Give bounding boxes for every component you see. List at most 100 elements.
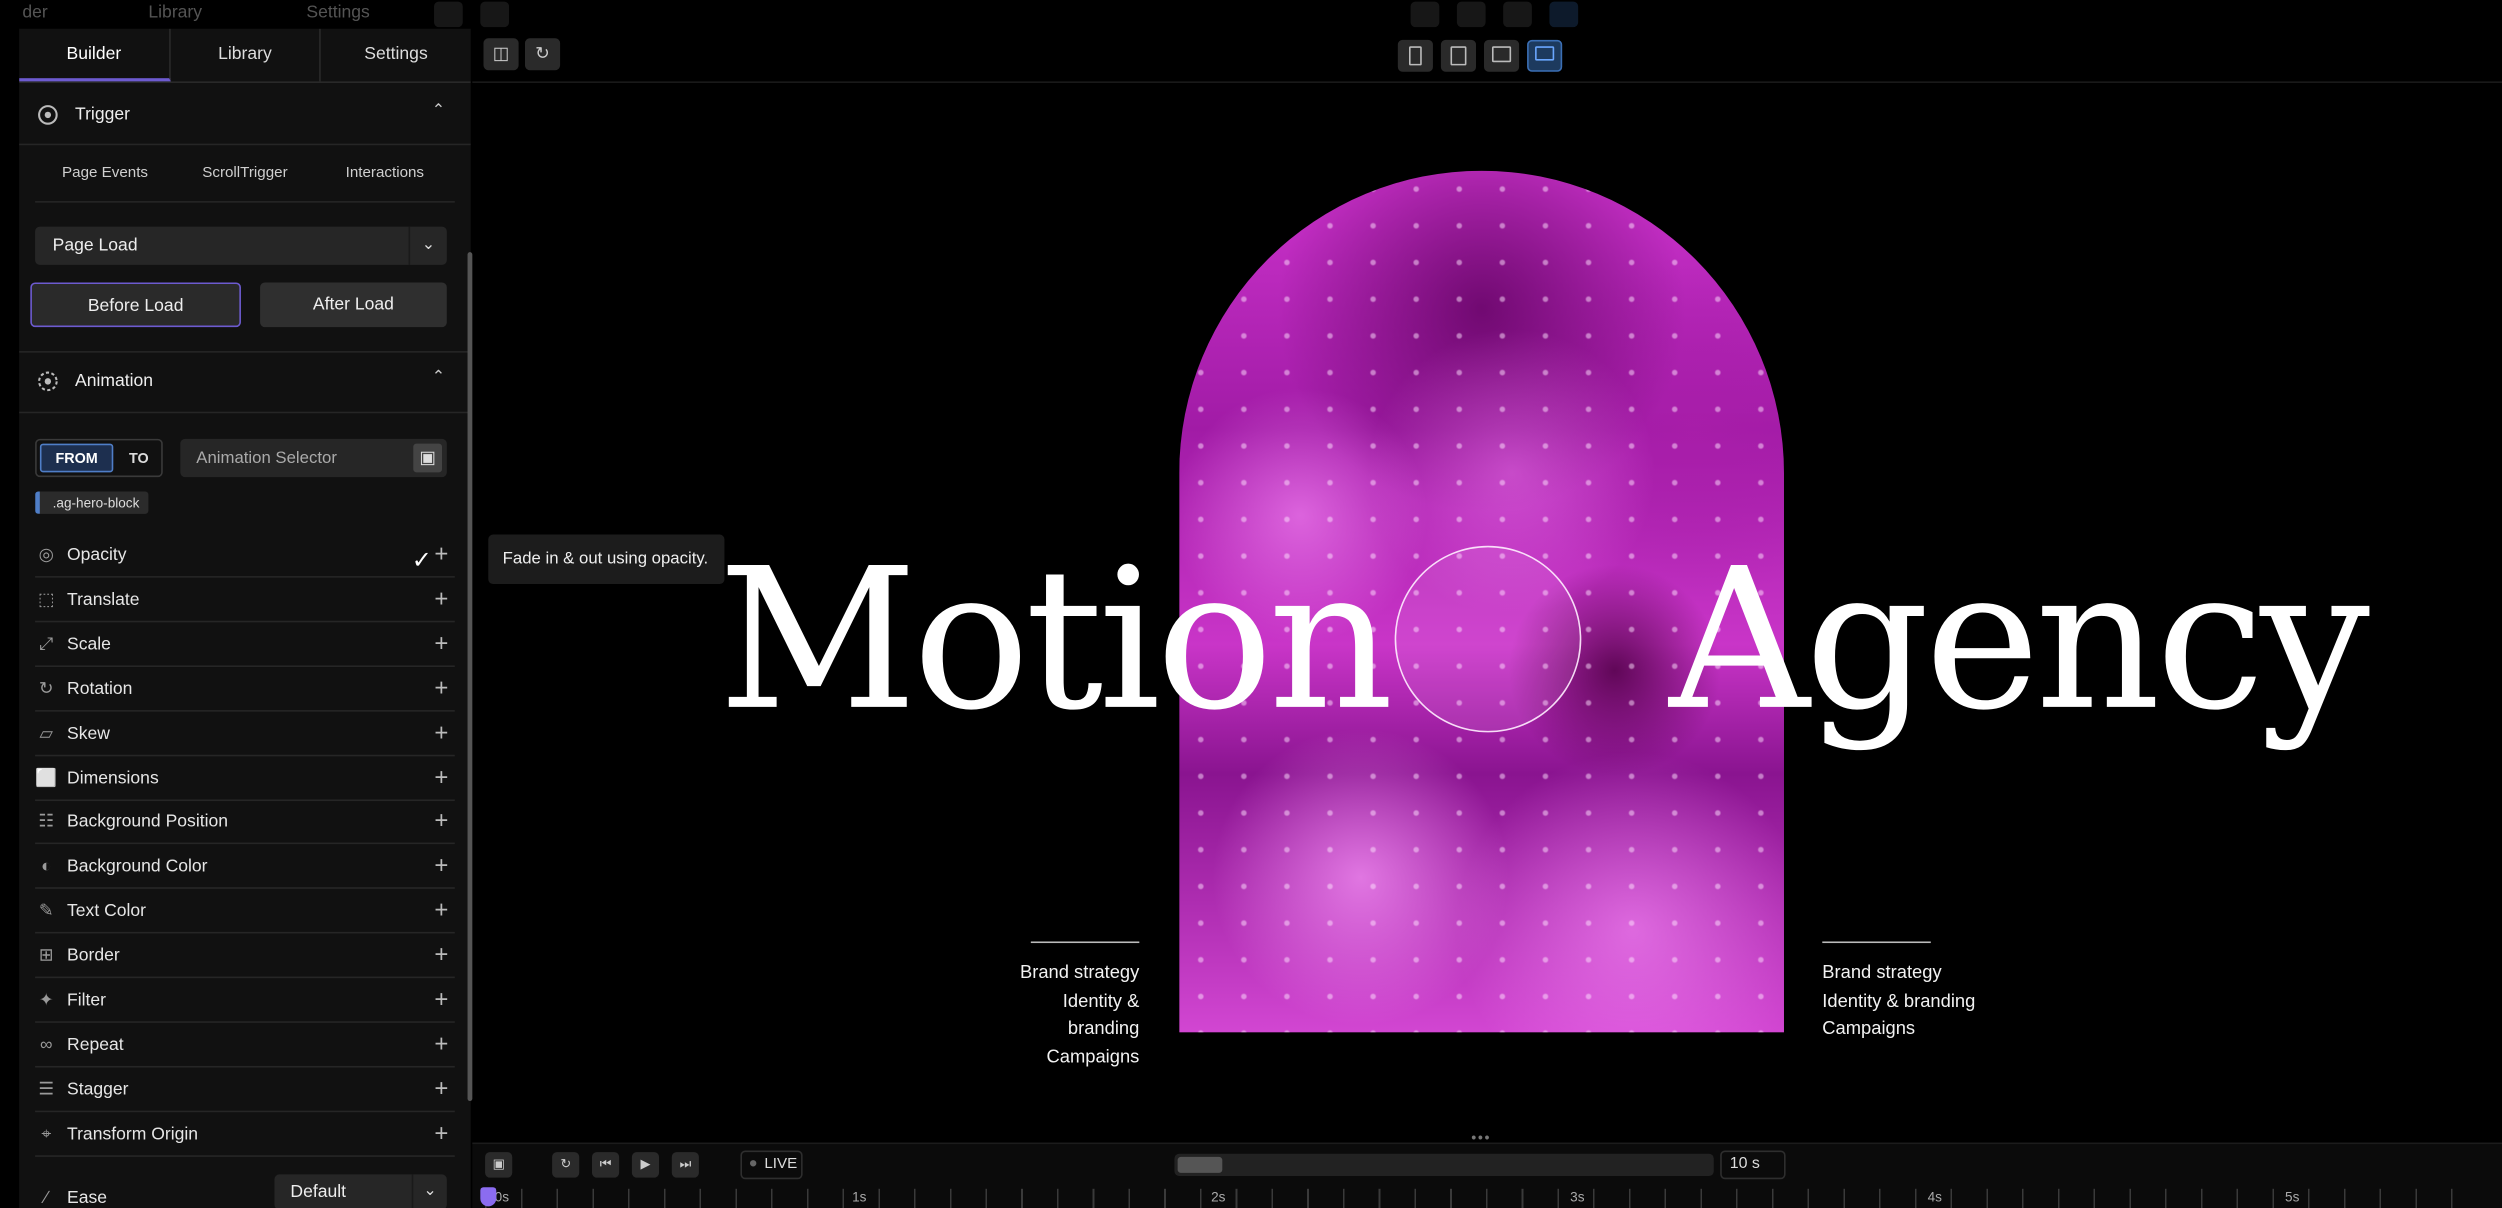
property-label: Stagger (67, 1079, 129, 1100)
play-icon[interactable]: ▶ (631, 1152, 660, 1178)
property-label: Translate (67, 590, 140, 610)
playhead[interactable] (480, 1187, 497, 1207)
device-tablet-icon[interactable] (1440, 39, 1477, 72)
plus-icon[interactable]: + (434, 674, 448, 701)
tick-label: 0s (494, 1188, 510, 1205)
timeline-zoom-track[interactable] (1174, 1153, 1714, 1177)
tab-library[interactable]: Library (170, 28, 322, 82)
plus-icon[interactable]: + (434, 585, 448, 612)
plus-icon[interactable]: + (434, 986, 448, 1013)
tab-builder[interactable]: Builder (19, 28, 171, 82)
animation-selector-input[interactable]: Animation Selector ▣ (180, 438, 447, 478)
property-row-stagger[interactable]: ☰ Stagger + (35, 1067, 455, 1112)
device-desktop-icon[interactable] (1527, 39, 1563, 72)
plus-icon[interactable]: + (434, 853, 448, 880)
property-label: Opacity (67, 545, 127, 565)
plus-icon[interactable]: + (434, 897, 448, 924)
tab-settings[interactable]: Settings (321, 29, 470, 82)
trigger-event-value: Page Load (52, 236, 138, 256)
property-row-border[interactable]: ⊞ Border + (35, 934, 455, 979)
chevron-down-icon[interactable]: ⌄ (411, 1174, 447, 1208)
ghost-device-tablet-icon (1456, 1, 1486, 28)
skip-back-icon[interactable]: ⏮ (592, 1152, 620, 1178)
element-picker-icon[interactable]: ▣ (413, 443, 443, 473)
subtab-scrolltrigger[interactable]: ScrollTrigger (175, 156, 315, 191)
property-row-transform-origin[interactable]: ⌖ Transform Origin + (35, 1112, 455, 1157)
services-divider (1822, 941, 1931, 944)
skew-icon: ▱ (39, 723, 54, 743)
plus-icon[interactable]: + (434, 942, 448, 969)
transform-origin-icon: ⌖ (41, 1124, 52, 1144)
plus-icon[interactable]: + (434, 1120, 448, 1147)
selector-tag[interactable]: .ag-hero-block (35, 491, 149, 514)
refresh-icon[interactable]: ↻ (524, 38, 561, 71)
service-item: Brand strategy (1019, 963, 1140, 983)
translate-icon: ⬚ (37, 590, 55, 610)
trigger-section-header[interactable]: Trigger ⌃ (19, 86, 471, 143)
property-row-translate[interactable]: ⬚ Translate + (35, 577, 455, 623)
property-row-filter[interactable]: ✦ Filter + (35, 978, 455, 1023)
property-row-opacity[interactable]: ◎ Opacity + (35, 533, 455, 578)
opacity-icon: ◎ (38, 545, 54, 565)
sidebar-scrollbar[interactable] (467, 252, 473, 1102)
trigger-subtabs: Page Events ScrollTrigger Interactions (35, 156, 455, 191)
plus-icon[interactable]: + (434, 808, 448, 835)
service-item: Campaigns (1046, 1047, 1140, 1067)
timeline: ▣ ↻ ⏮ ▶ ⏭ LIVE 10 s 0s 1s 2s 3s 4s 5s (472, 1142, 2502, 1208)
trigger-title: Trigger (74, 105, 130, 125)
loop-icon[interactable]: ↻ (552, 1152, 580, 1178)
timeline-zoom-thumb[interactable] (1177, 1156, 1223, 1173)
add-track-icon[interactable]: ▣ (485, 1152, 513, 1178)
property-row-skew[interactable]: ▱ Skew + (35, 711, 455, 756)
subtab-page-events[interactable]: Page Events (35, 156, 175, 191)
property-label: Border (67, 946, 120, 966)
before-load-button[interactable]: Before Load (30, 282, 241, 328)
subtab-interactions[interactable]: Interactions (315, 156, 455, 191)
timeline-ruler[interactable] (485, 1188, 2483, 1208)
ease-select[interactable]: Default ⌄ (274, 1174, 447, 1208)
property-label: Skew (67, 723, 110, 743)
hero-circle (1394, 545, 1582, 733)
plus-icon[interactable]: + (434, 719, 448, 746)
chevron-up-icon[interactable]: ⌃ (432, 102, 445, 120)
property-row-background-position[interactable]: ☷ Background Position + (35, 800, 455, 845)
ease-label: Ease (67, 1188, 108, 1208)
ghost-device-laptop-icon (1503, 1, 1532, 28)
skip-forward-icon[interactable]: ⏭ (671, 1152, 699, 1178)
border-icon: ⊞ (38, 946, 54, 966)
ghost-header-library: Library (148, 3, 203, 23)
opacity-tooltip: Fade in & out using opacity. (488, 534, 725, 585)
property-row-rotation[interactable]: ↻ Rotation + (35, 667, 455, 712)
app-window: der Library Settings Builder Library Set… (0, 0, 2502, 1208)
from-button[interactable]: FROM (39, 443, 114, 473)
services-list-left: Brand strategy Identity & branding Campa… (993, 941, 1140, 1072)
after-load-button[interactable]: After Load (260, 282, 447, 328)
animation-section-header[interactable]: Animation ⌃ (19, 353, 471, 410)
chevron-down-icon[interactable]: ⌄ (408, 226, 446, 265)
duration-field[interactable]: 10 s (1720, 1150, 1786, 1180)
to-button[interactable]: TO (120, 445, 158, 471)
live-toggle[interactable]: LIVE (740, 1150, 803, 1180)
plus-icon[interactable]: + (434, 764, 448, 791)
property-row-scale[interactable]: ⤢ Scale + (35, 622, 455, 667)
plus-icon[interactable]: + (434, 1075, 448, 1102)
divider (19, 143, 471, 146)
toggle-panel-icon[interactable]: ◫ (483, 38, 519, 71)
ghost-header-title: der (22, 3, 48, 23)
device-phone-icon[interactable] (1397, 39, 1433, 72)
plus-icon[interactable]: + (434, 541, 448, 568)
service-item: Identity & branding (1822, 991, 1976, 1011)
property-row-dimensions[interactable]: ⬜ Dimensions + (35, 756, 455, 801)
chevron-up-icon[interactable]: ⌃ (432, 369, 445, 387)
animation-title: Animation (74, 371, 154, 391)
trigger-icon (38, 105, 58, 125)
trigger-event-select[interactable]: Page Load ⌄ (35, 226, 447, 265)
property-row-text-color[interactable]: ✎ Text Color + (35, 889, 455, 934)
property-row-background-color[interactable]: ◐ Background Color + (35, 845, 455, 890)
device-laptop-icon[interactable] (1484, 39, 1520, 72)
plus-icon[interactable]: + (434, 630, 448, 657)
property-row-repeat[interactable]: ∞ Repeat + (35, 1023, 455, 1068)
live-label: LIVE (764, 1155, 798, 1173)
property-label: Repeat (67, 1035, 124, 1055)
plus-icon[interactable]: + (434, 1031, 448, 1058)
